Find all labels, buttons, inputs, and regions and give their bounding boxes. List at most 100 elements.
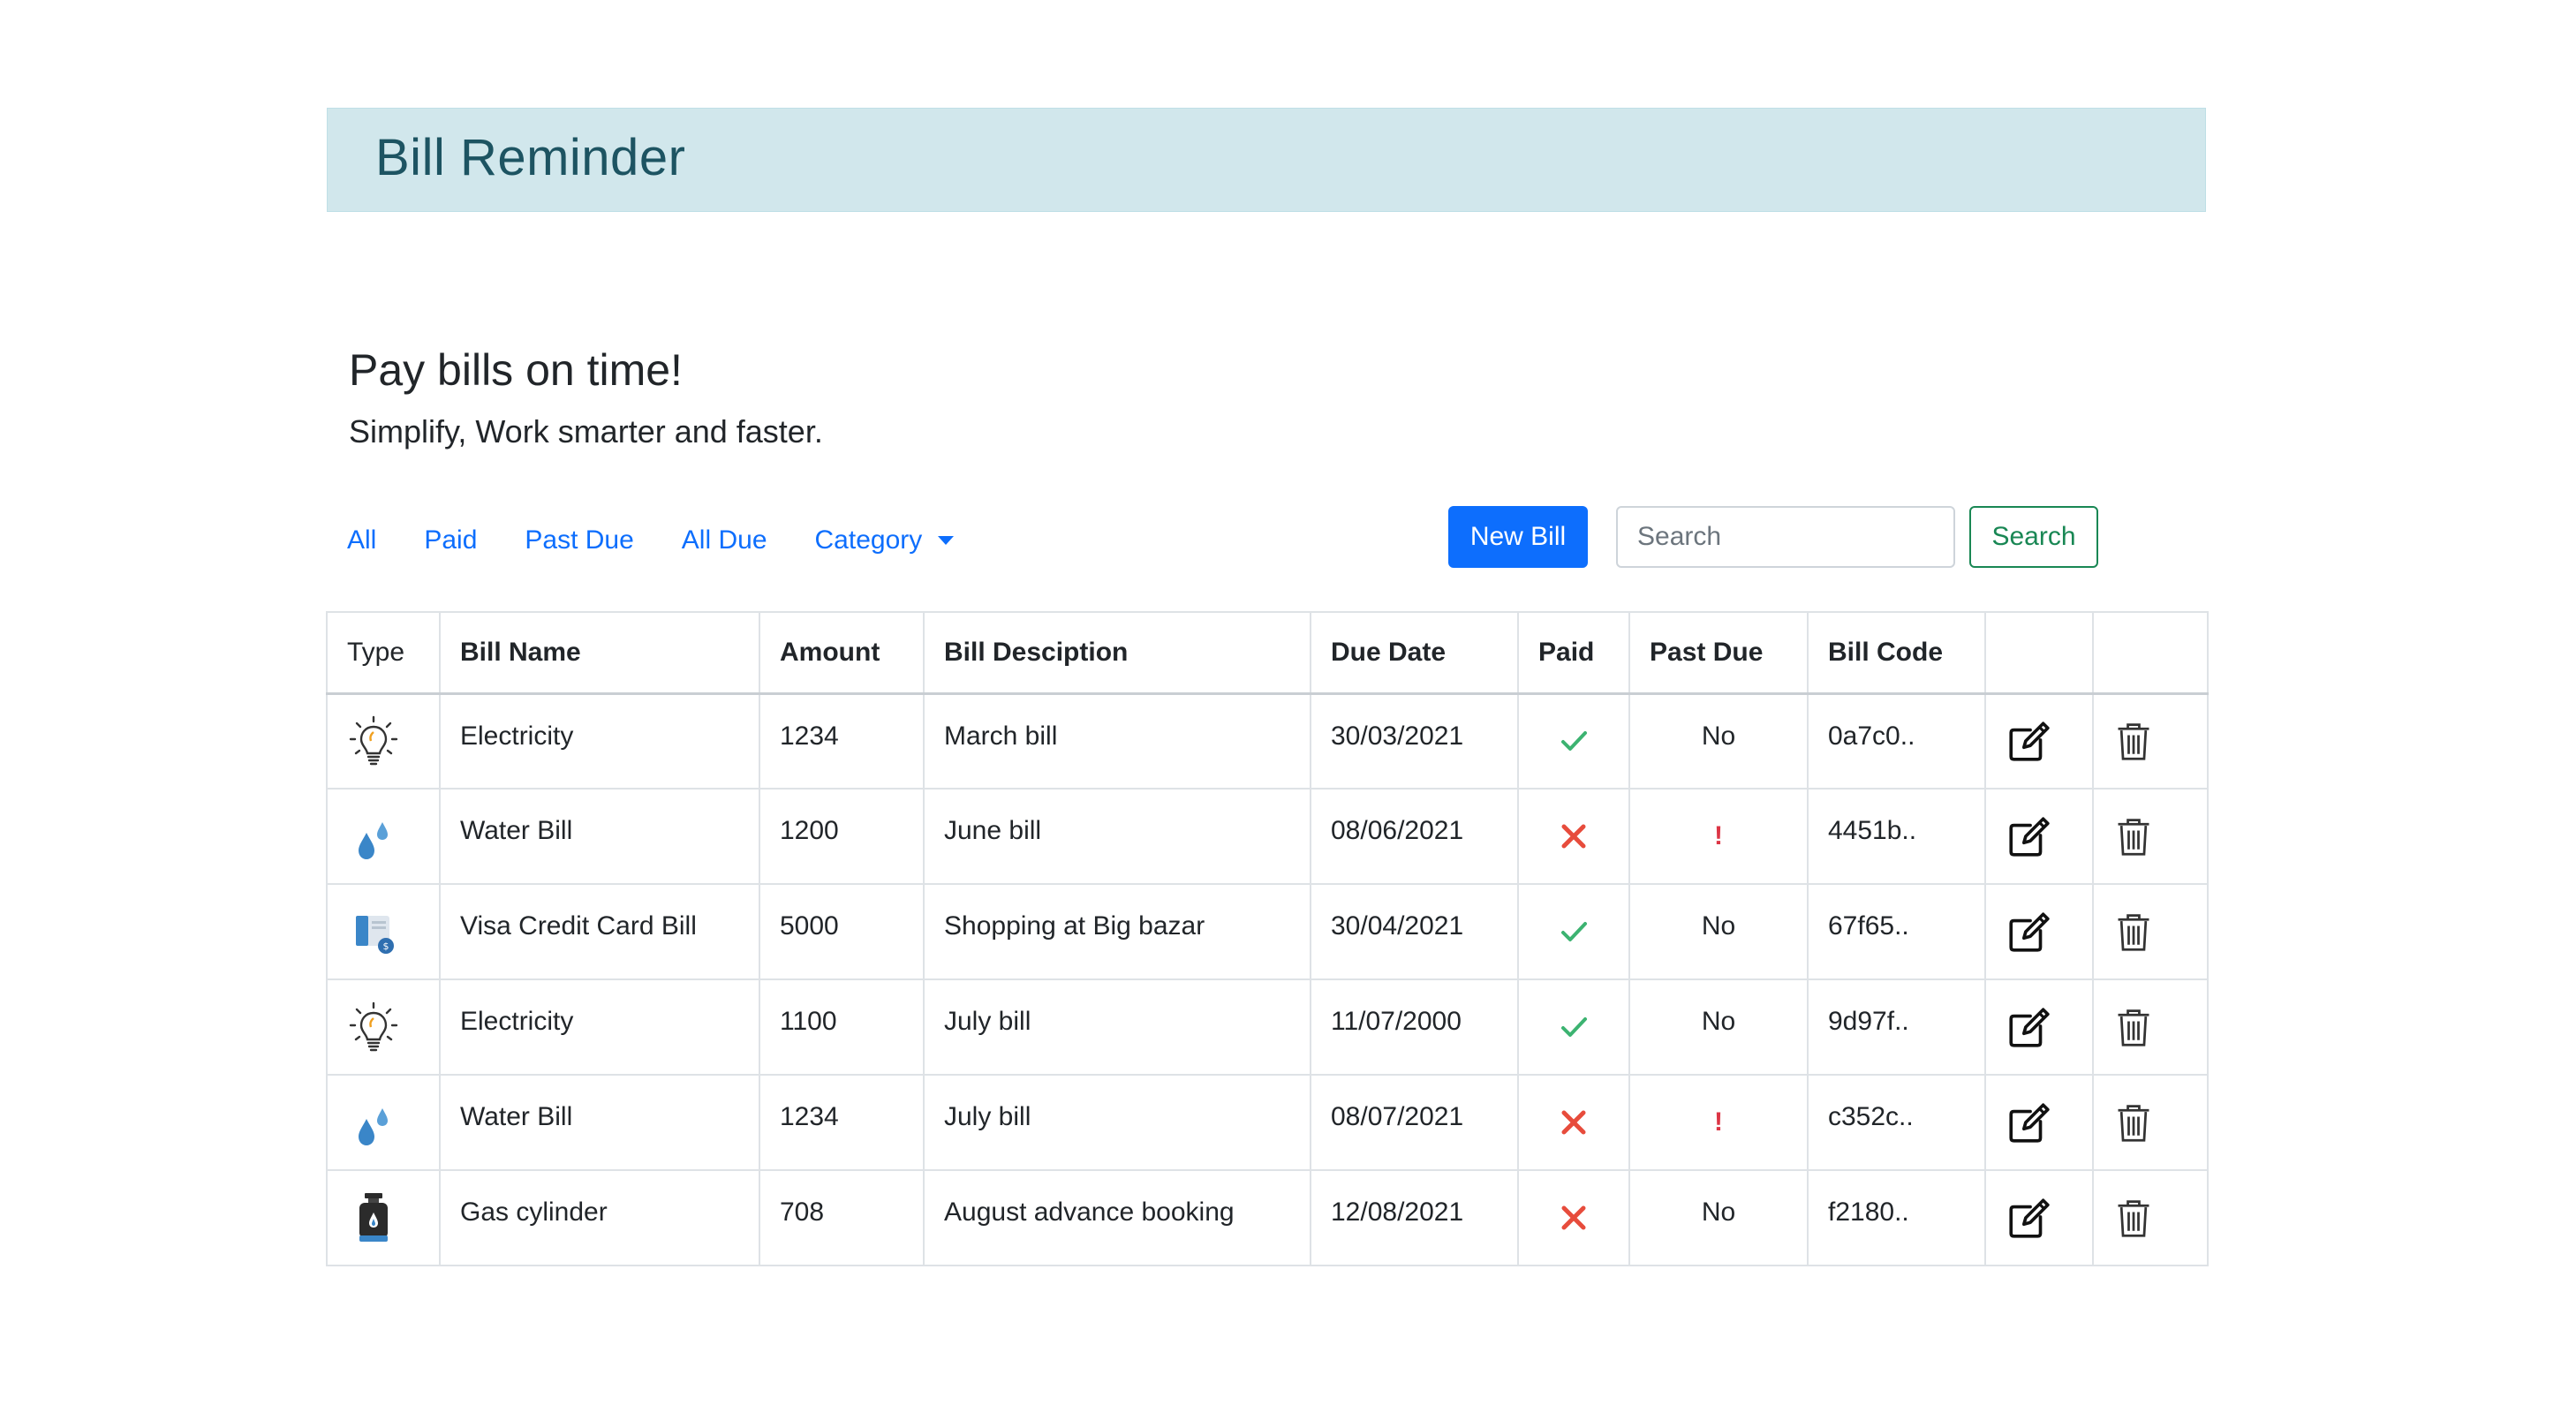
table-row: Water Bill 1234 July bill 08/07/2021! c352c.…	[326, 1074, 2209, 1171]
bill-code: 4451b..	[1807, 788, 1986, 885]
delete-button[interactable]	[2092, 1074, 2209, 1171]
bill-due-date: 12/08/2021	[1310, 1169, 1519, 1266]
edit-icon	[2006, 1004, 2073, 1050]
delete-button[interactable]	[2092, 883, 2209, 980]
filter-nav: All Paid Past Due All Due Category	[347, 521, 1001, 560]
bill-due-date: 11/07/2000	[1310, 978, 1519, 1076]
bill-amount: 1200	[759, 788, 925, 885]
bill-amount: 1234	[759, 692, 925, 790]
cross-icon	[1561, 1110, 1586, 1135]
table-row: Water Bill 1200 June bill 08/06/2021! 4451b.…	[326, 788, 2209, 885]
bill-type-cell	[326, 1074, 441, 1171]
bill-amount: 1234	[759, 1074, 925, 1171]
bill-name: Gas cylinder	[439, 1169, 760, 1266]
nav-category-label: Category	[814, 525, 923, 555]
header-description: Bill Desciption	[923, 611, 1311, 695]
bill-past-due: No	[1628, 1169, 1809, 1266]
edit-button[interactable]	[1984, 788, 2094, 885]
bill-type-cell	[326, 1169, 441, 1266]
bill-name: Water Bill	[439, 1074, 760, 1171]
bill-paid-status	[1517, 692, 1630, 790]
bill-paid-status	[1517, 788, 1630, 885]
search-input[interactable]	[1616, 506, 1955, 568]
search-button[interactable]: Search	[1969, 506, 2098, 568]
edit-icon	[2006, 1195, 2073, 1241]
bill-amount: 708	[759, 1169, 925, 1266]
bill-paid-status	[1517, 1169, 1630, 1266]
lightbulb-icon	[347, 714, 419, 767]
new-bill-button[interactable]: New Bill	[1448, 506, 1588, 568]
gas-cylinder-icon	[347, 1191, 419, 1244]
bill-paid-status	[1517, 883, 1630, 980]
bill-code: c352c..	[1807, 1074, 1986, 1171]
delete-button[interactable]	[2092, 788, 2209, 885]
app-title: Bill Reminder	[375, 129, 686, 186]
bill-name: Electricity	[439, 978, 760, 1076]
table-row: Electricity 1100 July bill 11/07/2000 No 9d97…	[326, 978, 2209, 1076]
trash-icon	[2113, 1102, 2187, 1143]
header-bill-name: Bill Name	[439, 611, 760, 695]
delete-button[interactable]	[2092, 1169, 2209, 1266]
trash-icon	[2113, 1198, 2187, 1238]
hero-title: Pay bills on time!	[349, 345, 683, 395]
bill-description: July bill	[923, 1074, 1311, 1171]
nav-category-dropdown[interactable]: Category	[815, 525, 955, 555]
edit-icon	[2006, 813, 2073, 859]
header-banner: Bill Reminder	[327, 108, 2206, 212]
edit-button[interactable]	[1984, 692, 2094, 790]
bill-past-due: No	[1628, 883, 1809, 980]
check-icon	[1561, 731, 1587, 752]
edit-button[interactable]	[1984, 978, 2094, 1076]
bill-description: August advance booking	[923, 1169, 1311, 1266]
trash-icon	[2113, 911, 2187, 952]
edit-button[interactable]	[1984, 1169, 2094, 1266]
trash-icon	[2113, 816, 2187, 857]
trash-icon	[2113, 1007, 2187, 1047]
lightbulb-icon	[347, 1001, 419, 1054]
table-row: Gas cylinder 708 August advance booking 12/…	[326, 1169, 2209, 1266]
bill-code: 9d97f..	[1807, 978, 1986, 1076]
bill-paid-status	[1517, 1074, 1630, 1171]
cross-icon	[1561, 824, 1586, 849]
bill-type-cell: $	[326, 883, 441, 980]
check-icon	[1561, 922, 1587, 941]
delete-button[interactable]	[2092, 692, 2209, 790]
bill-amount: 5000	[759, 883, 925, 980]
header-amount: Amount	[759, 611, 925, 695]
caret-down-icon	[938, 536, 955, 545]
header-due-date: Due Date	[1310, 611, 1519, 695]
nav-all[interactable]: All	[347, 525, 376, 555]
bill-due-date: 30/03/2021	[1310, 692, 1519, 790]
table-row: $ Visa Credit Card Bill 5000 Shopping at Bi…	[326, 883, 2209, 980]
bill-past-due: !	[1628, 1074, 1809, 1171]
bills-table: Type Bill Name Amount Bill Desciption Du…	[326, 611, 2209, 1266]
bill-amount: 1100	[759, 978, 925, 1076]
header-type: Type	[326, 611, 441, 695]
table-header-row: Type Bill Name Amount Bill Desciption Du…	[326, 611, 2209, 695]
cross-icon	[1561, 1205, 1586, 1230]
header-delete	[2092, 611, 2209, 695]
bill-type-cell	[326, 978, 441, 1076]
bill-due-date: 08/07/2021	[1310, 1074, 1519, 1171]
nav-past-due[interactable]: Past Due	[525, 525, 633, 555]
edit-button[interactable]	[1984, 1074, 2094, 1171]
edit-icon	[2006, 1099, 2073, 1145]
bill-code: 0a7c0..	[1807, 692, 1986, 790]
bill-past-due: No	[1628, 978, 1809, 1076]
bill-type-cell	[326, 788, 441, 885]
nav-paid[interactable]: Paid	[424, 525, 477, 555]
delete-button[interactable]	[2092, 978, 2209, 1076]
svg-text:$: $	[383, 941, 389, 952]
bill-code: 67f65..	[1807, 883, 1986, 980]
bill-description: July bill	[923, 978, 1311, 1076]
nav-all-due[interactable]: All Due	[682, 525, 767, 555]
credit-card-icon: $	[347, 905, 419, 958]
edit-button[interactable]	[1984, 883, 2094, 980]
header-past-due: Past Due	[1628, 611, 1809, 695]
bill-paid-status	[1517, 978, 1630, 1076]
bill-name: Water Bill	[439, 788, 760, 885]
edit-icon	[2006, 909, 2073, 955]
bill-type-cell	[326, 692, 441, 790]
header-edit	[1984, 611, 2094, 695]
water-drop-icon	[347, 810, 419, 863]
